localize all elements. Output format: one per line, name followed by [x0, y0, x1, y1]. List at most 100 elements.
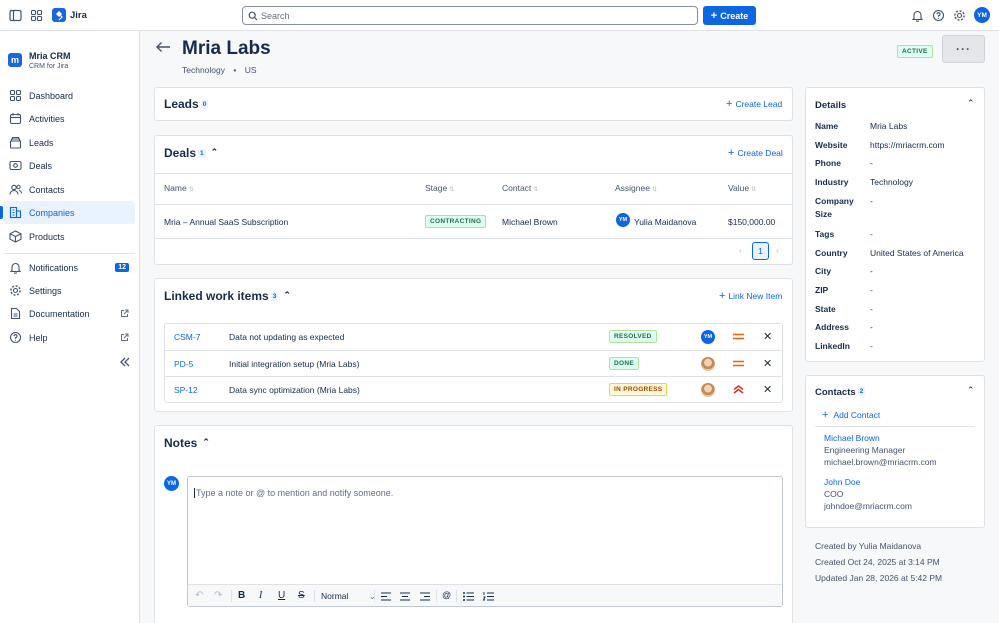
search-input[interactable]: Search: [242, 6, 698, 25]
unlink-close-icon[interactable]: ✕: [763, 330, 772, 343]
document-icon: [10, 307, 21, 320]
sidebar-toggle-icon[interactable]: [9, 9, 22, 22]
sidebar-item-notifications[interactable]: Notifications 12: [4, 256, 135, 279]
activities-icon: [9, 113, 22, 125]
undo-icon[interactable]: ↶: [195, 590, 203, 601]
next-page-icon[interactable]: ›: [776, 246, 779, 255]
sidebar-item-activities[interactable]: Activities: [4, 107, 135, 130]
underline-icon[interactable]: U: [278, 590, 285, 601]
table-top-border: [155, 173, 792, 174]
toolbar-divider: [314, 590, 315, 602]
chevron-up-icon[interactable]: ⌃: [967, 385, 975, 396]
column-header-assignee[interactable]: Assignee ⇅: [615, 183, 657, 193]
numbered-list-icon[interactable]: [483, 591, 494, 602]
sort-icon: ⇅: [533, 187, 539, 193]
notes-title-text: Notes: [164, 436, 198, 450]
detail-label-zip: ZIP: [815, 285, 829, 295]
detail-label-city: City: [815, 266, 832, 276]
italic-icon[interactable]: I: [259, 590, 262, 601]
column-header-contact[interactable]: Contact ⇅: [502, 183, 538, 193]
contact-email: johndoe@mriacrm.com: [824, 501, 912, 511]
bullet-list-icon[interactable]: [463, 592, 474, 601]
chevron-up-icon[interactable]: ⌃: [283, 290, 291, 301]
column-header-name[interactable]: Name ⇅: [164, 183, 194, 193]
user-avatar[interactable]: YM: [974, 7, 990, 23]
bell-icon: [9, 262, 22, 274]
updated-date-text: Updated Jan 28, 2026 at 5:42 PM: [815, 573, 943, 583]
linked-count-badge: 3: [270, 292, 279, 301]
leads-count-badge: 0: [200, 100, 209, 109]
sidebar-item-dashboard[interactable]: Dashboard: [4, 84, 135, 107]
sort-icon: ⇅: [751, 187, 757, 193]
deal-name-link[interactable]: Mria – Annual SaaS Subscription: [164, 217, 288, 227]
note-editor[interactable]: Type a note or @ to mention and notify s…: [187, 476, 783, 607]
column-header-label: Name: [164, 183, 187, 193]
create-lead-button[interactable]: + Create Lead: [726, 99, 782, 110]
create-deal-button[interactable]: + Create Deal: [728, 148, 783, 159]
column-header-label: Value: [728, 183, 750, 193]
chevron-up-icon[interactable]: ⌃: [202, 437, 210, 448]
work-item-status-badge: IN PROGRESS: [609, 383, 668, 396]
work-item-row[interactable]: SP-12 Data sync optimization (Mria Labs)…: [165, 376, 782, 402]
add-contact-button[interactable]: + Add Contact: [822, 410, 881, 421]
chevron-up-icon[interactable]: ⌃: [967, 98, 975, 109]
sidebar-item-deals[interactable]: Deals: [4, 154, 135, 177]
contacts-divider: [815, 426, 975, 427]
text-style-dropdown[interactable]: Normal ⌄: [321, 591, 376, 602]
strikethrough-icon[interactable]: S: [298, 590, 305, 601]
chevron-up-icon[interactable]: ⌃: [211, 147, 219, 158]
sidebar-item-settings[interactable]: Settings: [4, 279, 135, 302]
app-switcher-icon[interactable]: [30, 9, 43, 22]
toolbar-divider: [436, 590, 437, 602]
work-item-row[interactable]: CSM-7 Data not updating as expected RESO…: [165, 324, 782, 350]
align-right-icon[interactable]: [420, 592, 430, 601]
deal-assignee: Yulia Maidanova: [634, 217, 697, 227]
leads-title-text: Leads: [164, 97, 199, 111]
linked-title-text: Linked work items: [164, 289, 269, 303]
mention-icon[interactable]: @: [442, 590, 451, 600]
link-new-item-button[interactable]: + Link New Item: [719, 291, 782, 302]
sidebar-item-label: Products: [29, 232, 65, 242]
assignee-photo-avatar: [701, 357, 715, 371]
priority-high-icon: [733, 385, 744, 394]
priority-medium-icon: [733, 360, 744, 367]
redo-icon[interactable]: ↷: [214, 590, 222, 601]
app-name[interactable]: Jira: [70, 10, 87, 21]
work-item-row[interactable]: PD-5 Initial integration setup (Mria Lab…: [165, 350, 782, 376]
back-arrow-icon[interactable]: [155, 41, 171, 53]
notifications-bell-icon[interactable]: [911, 9, 924, 22]
note-input-placeholder[interactable]: Type a note or @ to mention and notify s…: [194, 488, 393, 498]
work-item-key[interactable]: SP-12: [174, 385, 198, 395]
detail-label-website: Website: [815, 140, 848, 150]
work-item-key[interactable]: PD-5: [174, 359, 193, 369]
contact-name-link[interactable]: John Doe: [824, 477, 860, 487]
unlink-close-icon[interactable]: ✕: [763, 383, 772, 396]
sidebar-item-leads[interactable]: Leads: [4, 131, 135, 154]
sidebar-item-contacts[interactable]: Contacts: [4, 178, 135, 201]
detail-label-state: State: [815, 304, 836, 314]
column-header-stage[interactable]: Stage ⇅: [425, 183, 454, 193]
sidebar-item-companies[interactable]: Companies: [0, 201, 135, 224]
jira-logo-icon[interactable]: [52, 8, 66, 22]
settings-gear-icon[interactable]: [953, 9, 966, 22]
sidebar-item-documentation[interactable]: Documentation: [4, 302, 135, 325]
collapse-sidebar-icon[interactable]: [119, 357, 131, 367]
align-center-icon[interactable]: [400, 592, 410, 601]
sidebar-item-products[interactable]: Products: [4, 225, 135, 248]
sidebar-item-help[interactable]: Help: [4, 326, 135, 349]
add-contact-label: Add Contact: [833, 410, 881, 420]
help-icon[interactable]: [932, 9, 945, 22]
previous-page-icon[interactable]: ‹: [739, 246, 742, 255]
contact-name-link[interactable]: Michael Brown: [824, 433, 880, 443]
column-header-value[interactable]: Value ⇅: [728, 183, 756, 193]
toolbar-divider: [456, 590, 457, 602]
unlink-close-icon[interactable]: ✕: [763, 357, 772, 370]
page-1-button[interactable]: 1: [752, 242, 769, 260]
create-button[interactable]: + Create: [703, 6, 756, 25]
detail-label-linkedin: LinkedIn: [815, 341, 850, 351]
more-actions-button[interactable]: ···: [942, 35, 985, 63]
bold-icon[interactable]: B: [238, 590, 245, 601]
toolbar-divider: [231, 590, 232, 602]
work-item-key[interactable]: CSM-7: [174, 332, 200, 342]
align-left-icon[interactable]: [381, 592, 391, 601]
